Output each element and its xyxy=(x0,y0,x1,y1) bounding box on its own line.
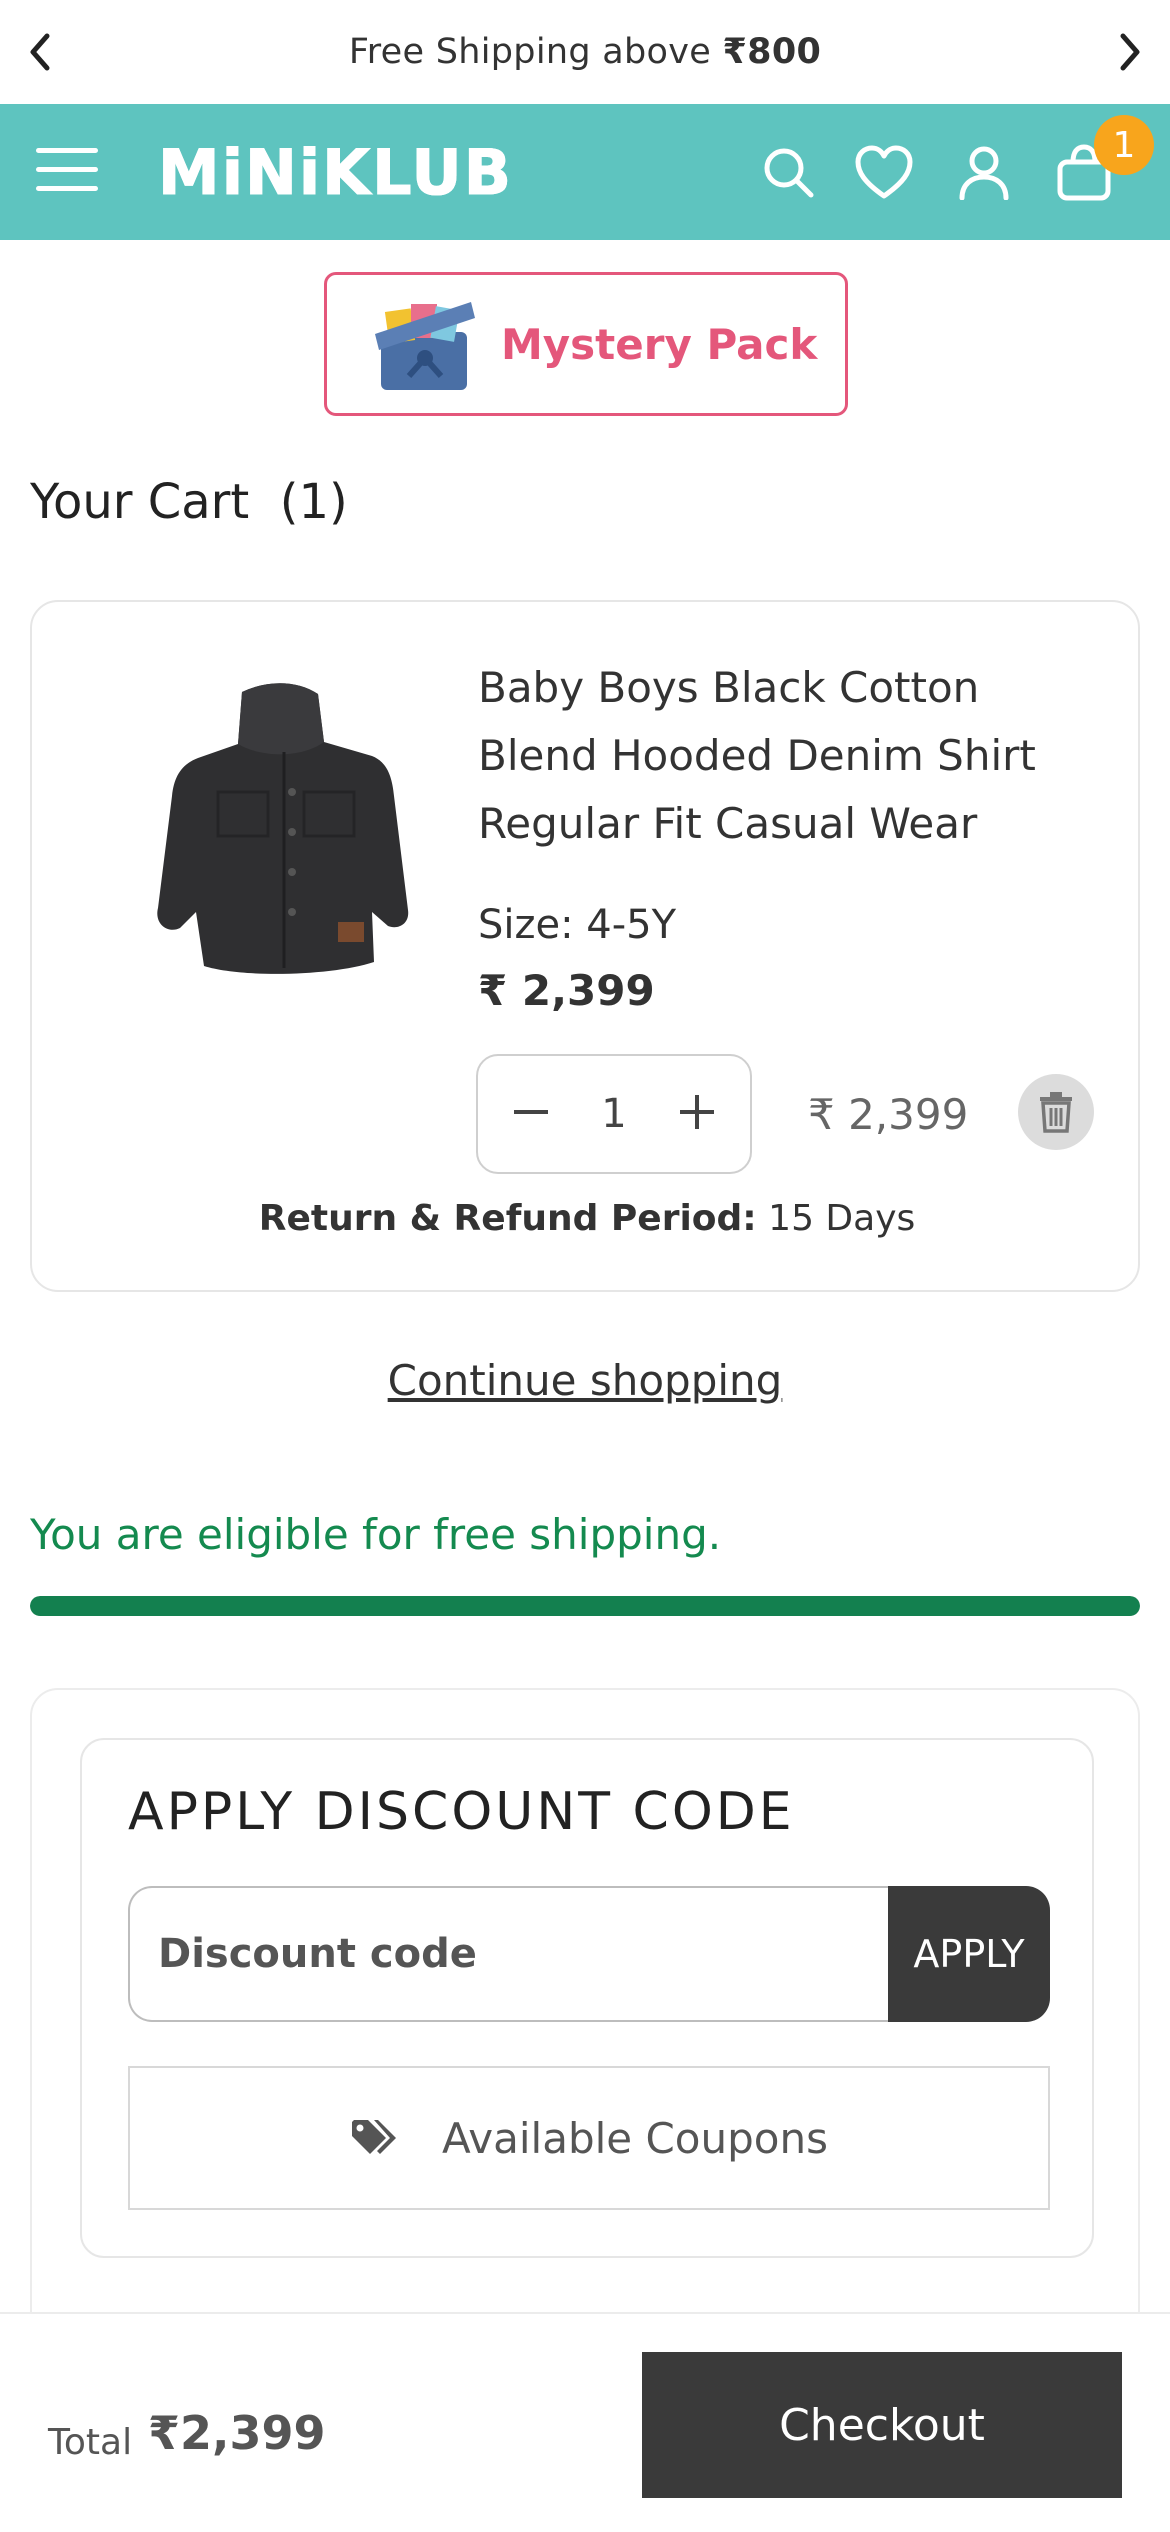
total-value: ₹2,399 xyxy=(148,2406,326,2460)
user-icon[interactable] xyxy=(952,140,1016,204)
plus-icon[interactable] xyxy=(678,1093,716,1135)
svg-text:MiNiKLUB: MiNiKLUB xyxy=(158,136,513,209)
announcement-text: Free Shipping above ₹800 xyxy=(348,32,822,72)
refund-period: Return & Refund Period: 15 Days xyxy=(258,1198,916,1239)
quantity-stepper: 1 xyxy=(476,1054,752,1174)
discount-title: APPLY DISCOUNT CODE xyxy=(128,1782,795,1842)
shipping-progress-fill xyxy=(30,1596,1140,1616)
heart-icon[interactable] xyxy=(852,140,916,204)
product-price: ₹ 2,399 xyxy=(478,966,655,1015)
checkout-button[interactable]: Checkout xyxy=(642,2352,1122,2498)
cart-title: Your Cart (1) xyxy=(30,474,348,530)
shipping-progress-bar xyxy=(30,1596,1140,1616)
continue-shopping-link[interactable]: Continue shopping xyxy=(0,1356,1170,1405)
mystery-pack-label: Mystery Pack xyxy=(501,319,818,369)
available-coupons-label: Available Coupons xyxy=(442,2113,828,2163)
trash-icon[interactable] xyxy=(1018,1074,1094,1150)
free-shipping-message: You are eligible for free shipping. xyxy=(30,1510,722,1559)
tags-icon xyxy=(352,2120,397,2154)
menu-icon[interactable] xyxy=(36,148,98,198)
available-coupons-button[interactable]: Available Coupons xyxy=(128,2066,1050,2210)
cart-item-card: Baby Boys Black Cotton Blend Hooded Deni… xyxy=(30,600,1140,1292)
product-image[interactable] xyxy=(92,672,432,992)
brand-logo[interactable]: MiNiKLUB xyxy=(158,134,548,210)
product-size: Size: 4-5Y xyxy=(478,902,677,948)
mystery-box-icon xyxy=(375,302,475,390)
product-name[interactable]: Baby Boys Black Cotton Blend Hooded Deni… xyxy=(478,654,1098,858)
discount-panel: APPLY DISCOUNT CODE APPLY Available Coup… xyxy=(80,1738,1094,2258)
chevron-left-icon[interactable] xyxy=(18,30,62,74)
announcement-bar: Free Shipping above ₹800 xyxy=(0,0,1170,104)
total-label: Total xyxy=(48,2422,133,2463)
mystery-pack-button[interactable]: Mystery Pack xyxy=(324,272,848,416)
chevron-right-icon[interactable] xyxy=(1108,30,1152,74)
apply-discount-button[interactable]: APPLY xyxy=(888,1886,1050,2022)
site-header: MiNiKLUB xyxy=(0,104,1170,240)
cart-count-badge: 1 xyxy=(1094,115,1154,175)
minus-icon[interactable] xyxy=(512,1093,550,1135)
checkout-footer: Total ₹2,399 Checkout xyxy=(0,2312,1170,2532)
discount-form: APPLY xyxy=(128,1886,1050,2022)
line-total: ₹ 2,399 xyxy=(808,1090,969,1139)
search-icon[interactable] xyxy=(756,140,820,204)
quantity-value[interactable]: 1 xyxy=(601,1091,626,1137)
discount-code-input[interactable] xyxy=(128,1886,888,2022)
